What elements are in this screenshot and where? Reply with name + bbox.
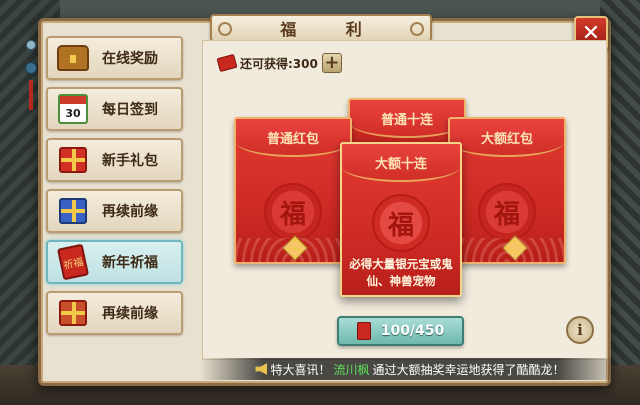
sidebar-item-newbie-gift[interactable]: 新手礼包 [46, 138, 183, 182]
envelope-title: 大额十连 [374, 157, 427, 172]
envelope-description: 必得大量银元宝或鬼仙、神兽宠物 [349, 257, 453, 288]
info-icon: i [577, 321, 583, 339]
fu-seal-icon: 福 [478, 183, 536, 241]
sidebar-item-label: 在线奖励 [102, 51, 158, 67]
announcement-prefix: 特大喜讯！ [270, 362, 331, 377]
fu-seal-icon: 福 [372, 194, 430, 252]
panel-title: 福 利 [280, 20, 384, 39]
red-envelope-icon [356, 322, 371, 340]
announcement-marquee: 特大喜讯！ 流川枫 通过大额抽奖幸运地获得了酷酷龙！ [200, 358, 620, 380]
sidebar-item-new-year-blessing[interactable]: 祈福 新年祈福 [46, 240, 183, 284]
envelope-title: 普通十连 [380, 113, 433, 128]
envelope-large[interactable]: 大额红包 福 [448, 117, 566, 264]
red-envelope-icon: 祈福 [54, 243, 92, 281]
envelope-count: 100/450 [380, 323, 445, 339]
calendar-icon: 30 [54, 90, 92, 128]
announcement-text: 通过大额抽奖幸运地获得了酷酷龙！ [372, 362, 565, 377]
add-quota-button[interactable]: + [321, 53, 342, 73]
sidebar-item-daily-signin[interactable]: 30 每日签到 [46, 87, 183, 131]
info-button[interactable]: i [566, 316, 594, 344]
fu-seal-icon: 福 [264, 183, 322, 241]
sidebar-item-reunion[interactable]: 再续前缘 [46, 189, 183, 233]
gift-box-icon [54, 141, 92, 179]
title-ornament-right-icon [410, 22, 424, 36]
red-envelope-icon [216, 53, 238, 73]
envelope-normal[interactable]: 普通红包 福 [234, 117, 352, 264]
gift-basket-icon [54, 192, 92, 230]
remaining-quota: 还可获得:300 + [216, 52, 342, 74]
envelope-title: 大额红包 [480, 132, 533, 147]
sidebar-item-label: 再续前缘 [102, 306, 158, 322]
title-plate: 福 利 [210, 14, 432, 42]
hanging-ornament-icon [22, 40, 38, 110]
announcement-player-name: 流川枫 [333, 362, 370, 377]
envelope-large-ten[interactable]: 大额十连 福 必得大量银元宝或鬼仙、神兽宠物 [340, 142, 462, 297]
title-ornament-left-icon [218, 22, 232, 36]
sidebar-item-reunion-2[interactable]: 再续前缘 [46, 291, 183, 335]
envelope-title: 普通红包 [266, 132, 319, 147]
sidebar-item-label: 新年祈福 [102, 255, 158, 271]
treasure-chest-icon [54, 39, 92, 77]
quota-text: 还可获得:300 [240, 56, 318, 71]
sidebar-item-label: 再续前缘 [102, 204, 158, 220]
sidebar-item-online-reward[interactable]: 在线奖励 [46, 36, 183, 80]
sidebar: 在线奖励 30 每日签到 新手礼包 再续前缘 祈福 新年祈福 再续前缘 [46, 36, 196, 376]
open-envelope-button[interactable]: 100/450 [337, 316, 464, 346]
sidebar-item-label: 每日签到 [102, 102, 158, 118]
sidebar-item-label: 新手礼包 [102, 153, 158, 169]
gift-box-icon [54, 294, 92, 332]
speaker-icon [255, 363, 268, 375]
